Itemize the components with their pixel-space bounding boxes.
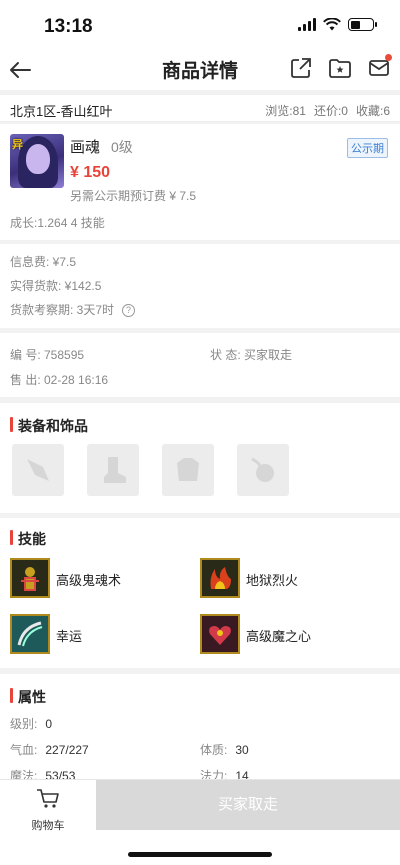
- growth-info: 成长:1.264 4 技能: [10, 216, 105, 230]
- message-button[interactable]: [367, 54, 392, 80]
- cart-label: 购物车: [31, 820, 65, 832]
- pet-name: 画魂: [70, 139, 101, 156]
- weapon-slot[interactable]: [12, 444, 64, 496]
- server-name: 北京1区-香山红叶: [10, 104, 113, 119]
- armor-slot[interactable]: [162, 444, 214, 496]
- buy-button-disabled[interactable]: 买家取走: [96, 780, 400, 830]
- skill-label: 高级鬼魂术: [56, 573, 122, 588]
- weapon-slot-icon: [27, 459, 49, 481]
- nav-bar: 商品详情: [0, 50, 400, 90]
- status-icons: [298, 18, 377, 31]
- hellfire-skill-icon: [200, 558, 240, 598]
- bottom-bar: 购物车 买家取走: [0, 779, 400, 865]
- luck-skill-icon: [10, 614, 50, 654]
- server-row: 北京1区-香山红叶 浏览:81 还价:0 收藏:6: [0, 94, 400, 122]
- attributes-card: 属性 级别: 0 气血: 227/227 体质: 30 魔法: 53/53 法力: 14: [0, 674, 400, 783]
- constitution-attribute: 体质: 30: [200, 743, 249, 757]
- public-period-tag: 公示期: [347, 138, 388, 158]
- order-card: 编 号: 758595 状 态: 买家取走 售 出: 02-28 16:16: [0, 333, 400, 397]
- skill-label: 幸运: [56, 629, 83, 644]
- skills-section-title: 技能: [10, 529, 46, 549]
- magic-heart-skill-icon: [200, 614, 240, 654]
- boot-slot-icon: [104, 457, 126, 483]
- level-attribute: 级别: 0: [10, 717, 53, 731]
- fees-card: 信息费: ¥7.5 实得货款: ¥142.5 货款考察期: 3天7时?: [0, 244, 400, 328]
- price: ¥ 150: [70, 164, 111, 181]
- favorite-folder-icon[interactable]: [328, 56, 352, 80]
- unread-dot: [385, 54, 392, 61]
- pet-level: 0级: [111, 139, 133, 155]
- pet-type-badge: 异: [12, 139, 23, 151]
- hp-attribute: 气血: 227/227: [10, 743, 89, 757]
- views-count: 浏览:81: [265, 104, 306, 118]
- share-icon[interactable]: [289, 56, 313, 80]
- info-fee: 信息费: ¥7.5: [10, 255, 77, 269]
- skill-item[interactable]: 幸运: [10, 614, 160, 654]
- favorites-count: 收藏:6: [355, 104, 390, 118]
- cart-button[interactable]: 购物车: [20, 788, 76, 836]
- skill-label: 地狱烈火: [246, 573, 299, 588]
- review-period: 货款考察期: 3天7时: [10, 303, 115, 317]
- review-period-row: 货款考察期: 3天7时?: [10, 301, 136, 318]
- help-icon[interactable]: ?: [122, 304, 136, 317]
- deposit-fee: 另需公示期预订费 ¥ 7.5: [70, 189, 197, 203]
- signal-icon: [298, 18, 316, 31]
- attributes-section-title: 属性: [10, 687, 46, 707]
- skill-item[interactable]: 地狱烈火: [200, 558, 350, 598]
- boot-slot[interactable]: [87, 444, 139, 496]
- skill-item[interactable]: 高级鬼魂术: [10, 558, 160, 598]
- accessory-slot[interactable]: [237, 444, 289, 496]
- skill-label: 高级魔之心: [246, 629, 312, 644]
- status-time: 13:18: [44, 16, 93, 37]
- bargain-count: 还价:0: [313, 104, 348, 118]
- armor-slot-icon: [177, 458, 199, 481]
- received-amount: 实得货款: ¥142.5: [10, 279, 102, 293]
- equipment-section-title: 装备和饰品: [10, 416, 88, 436]
- pet-avatar[interactable]: 异: [10, 134, 64, 188]
- accessory-slot-icon: [251, 457, 274, 482]
- order-number: 编 号: 758595: [10, 348, 85, 362]
- status-bar: 13:18: [0, 0, 400, 50]
- skill-item[interactable]: 高级魔之心: [200, 614, 350, 654]
- cart-icon: [37, 789, 59, 808]
- sold-time: 售 出: 02-28 16:16: [10, 373, 109, 387]
- wifi-icon: [323, 18, 341, 31]
- home-indicator: [128, 852, 272, 857]
- order-status: 状 态: 买家取走: [210, 348, 293, 362]
- ghost-skill-icon: [10, 558, 50, 598]
- listing-stats: 浏览:81 还价:0 收藏:6: [265, 102, 390, 119]
- pet-card: 异 画魂 0级 公示期 ¥ 150 另需公示期预订费 ¥ 7.5 成长:1.26…: [0, 124, 400, 240]
- battery-icon: [348, 18, 377, 31]
